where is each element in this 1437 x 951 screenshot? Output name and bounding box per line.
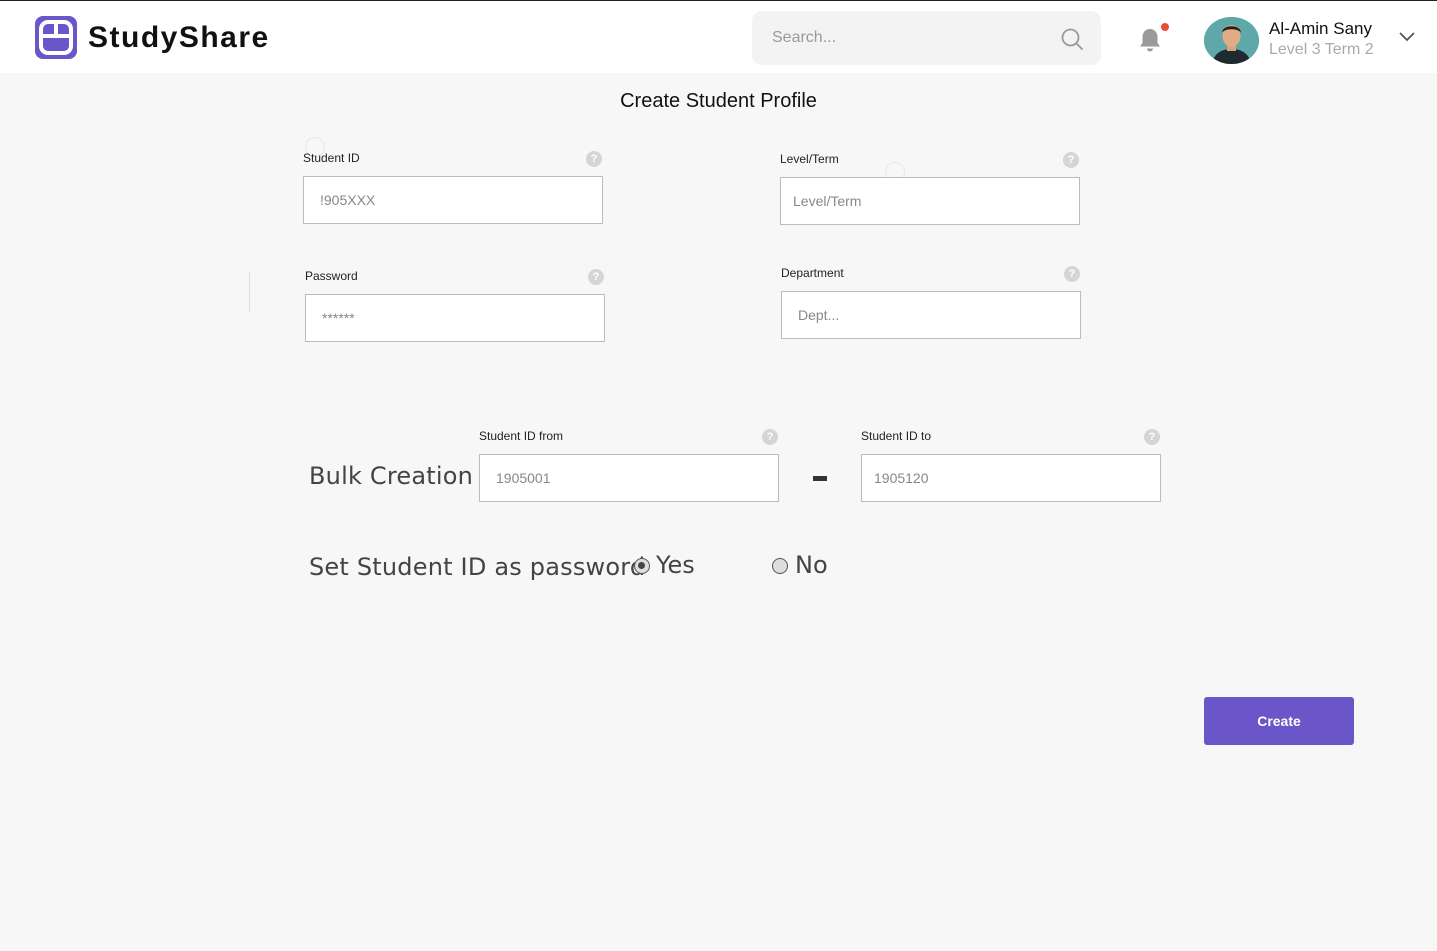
help-icon[interactable]: ? — [588, 269, 604, 285]
student-id-input[interactable] — [303, 176, 603, 224]
user-name[interactable]: Al-Amin Sany — [1269, 19, 1372, 39]
student-id-label: Student ID — [303, 151, 360, 165]
help-icon[interactable]: ? — [586, 151, 602, 167]
department-input[interactable] — [781, 291, 1081, 339]
department-label: Department — [781, 266, 844, 280]
bulk-creation-label: Bulk Creation — [309, 462, 474, 490]
student-id-from-label: Student ID from — [479, 429, 564, 443]
chevron-down-icon[interactable] — [1398, 31, 1416, 43]
level-term-input[interactable] — [780, 177, 1080, 225]
top-bar: StudyShare Search... Al-Amin Sany Level … — [0, 0, 1437, 73]
studyshare-logo-icon[interactable] — [35, 16, 77, 59]
notification-dot — [1161, 23, 1169, 31]
search-box[interactable]: Search... — [752, 11, 1101, 65]
search-icon[interactable] — [1061, 28, 1083, 50]
radio-yes[interactable] — [634, 558, 650, 574]
bell-icon[interactable] — [1138, 27, 1162, 53]
page-title: Create Student Profile — [620, 90, 817, 112]
student-id-to-label: Student ID to — [861, 429, 932, 443]
create-button[interactable]: Create — [1204, 697, 1354, 745]
password-option-label: Set Student ID as password — [309, 553, 646, 581]
help-icon[interactable]: ? — [1063, 152, 1079, 168]
student-id-from-input[interactable] — [479, 454, 779, 502]
password-label: Password — [305, 269, 358, 283]
search-placeholder: Search... — [772, 29, 837, 46]
radio-yes-label[interactable]: Yes — [656, 551, 695, 579]
brand-name[interactable]: StudyShare — [88, 21, 270, 55]
divider — [249, 272, 250, 312]
radio-no-label[interactable]: No — [795, 551, 828, 579]
password-input[interactable] — [305, 294, 605, 342]
radio-no[interactable] — [772, 558, 788, 574]
avatar[interactable] — [1204, 17, 1259, 64]
student-id-to-input[interactable] — [861, 454, 1161, 502]
level-term-label: Level/Term — [780, 152, 839, 166]
help-icon[interactable]: ? — [1064, 266, 1080, 282]
range-dash — [813, 476, 827, 481]
help-icon[interactable]: ? — [762, 429, 778, 445]
help-icon[interactable]: ? — [1144, 429, 1160, 445]
user-level: Level 3 Term 2 — [1269, 41, 1374, 58]
